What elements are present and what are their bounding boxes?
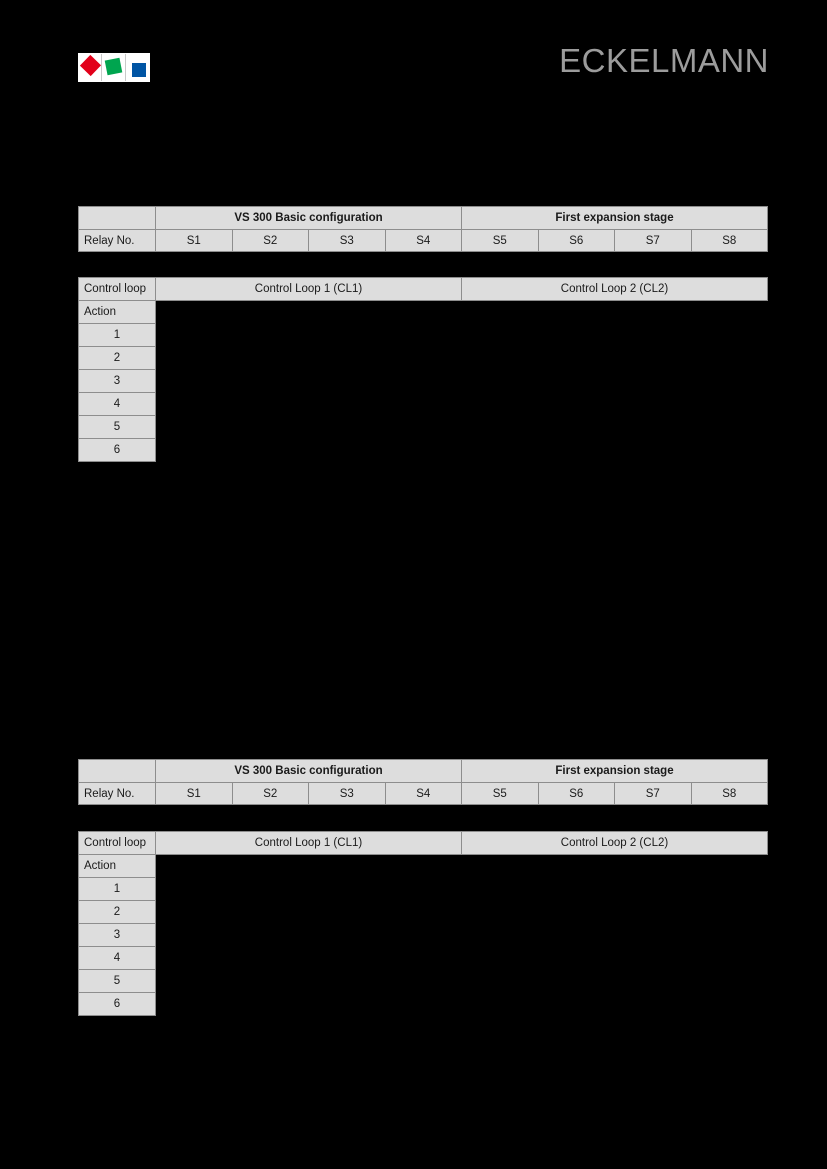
relay-row-label: Relay No. <box>78 782 156 805</box>
action-cell-2: 2 <box>78 900 156 924</box>
blue-square-icon <box>131 63 146 77</box>
action-body-3 <box>156 370 768 393</box>
control-loop-corner-label: Control loop <box>78 831 156 855</box>
action-cell-1: 1 <box>78 877 156 901</box>
relay-cell-s1: S1 <box>155 229 233 252</box>
action-body-2 <box>156 347 768 370</box>
relay-cell-s6: S6 <box>537 782 615 805</box>
table-row-relays: Relay No. S1 S2 S3 S4 S5 S6 S7 S8 <box>78 229 768 252</box>
action-cell-1: 1 <box>78 323 156 347</box>
action-body-6 <box>156 993 768 1016</box>
relay-cell-s2: S2 <box>231 782 309 805</box>
action-column-label: Action <box>78 854 156 878</box>
table-row-loop-headers: Control loop Control Loop 1 (CL1) Contro… <box>78 277 768 301</box>
relay-cell-s4: S4 <box>384 229 462 252</box>
table-row: 2 <box>78 346 768 370</box>
relay-cell-s6: S6 <box>537 229 615 252</box>
relay-table-top: VS 300 Basic configuration First expansi… <box>78 206 768 252</box>
action-cell-2: 2 <box>78 346 156 370</box>
relay-cell-s2: S2 <box>231 229 309 252</box>
action-cell-4: 4 <box>78 946 156 970</box>
table-row: 1 <box>78 323 768 347</box>
action-body-2 <box>156 901 768 924</box>
action-header-body <box>156 301 768 324</box>
control-loop-header-cl1: Control Loop 1 (CL1) <box>155 831 462 855</box>
control-loop-corner-label: Control loop <box>78 277 156 301</box>
action-cell-3: 3 <box>78 369 156 393</box>
table-row: 6 <box>78 438 768 462</box>
logo-tile-blue <box>125 54 149 81</box>
table-row: 2 <box>78 900 768 924</box>
table-row-action-header: Action <box>78 854 768 878</box>
action-cell-6: 6 <box>78 992 156 1016</box>
relay-table-bottom: VS 300 Basic configuration First expansi… <box>78 759 768 805</box>
relay-row-label: Relay No. <box>78 229 156 252</box>
relay-cell-s7: S7 <box>614 229 692 252</box>
table-row: 4 <box>78 392 768 416</box>
relay-group-header-basic: VS 300 Basic configuration <box>155 206 462 230</box>
action-cell-6: 6 <box>78 438 156 462</box>
red-diamond-icon <box>79 54 102 77</box>
relay-cell-s5: S5 <box>461 782 539 805</box>
action-cell-4: 4 <box>78 392 156 416</box>
relay-table-corner-cell <box>78 206 156 230</box>
action-column-label: Action <box>78 300 156 324</box>
action-body-5 <box>156 970 768 993</box>
action-body-4 <box>156 393 768 416</box>
table-row-relays: Relay No. S1 S2 S3 S4 S5 S6 S7 S8 <box>78 782 768 805</box>
table-row: 4 <box>78 946 768 970</box>
control-loop-table: Control loop Control Loop 1 (CL1) Contro… <box>78 277 768 462</box>
relay-cell-s5: S5 <box>461 229 539 252</box>
relay-assignment-table: VS 300 Basic configuration First expansi… <box>78 759 768 805</box>
control-loop-header-cl2: Control Loop 2 (CL2) <box>461 831 768 855</box>
logo-tile-red <box>79 54 103 81</box>
table-row-group-headers: VS 300 Basic configuration First expansi… <box>78 206 768 230</box>
table-row: 5 <box>78 969 768 993</box>
relay-group-header-expansion: First expansion stage <box>461 206 768 230</box>
action-cell-5: 5 <box>78 969 156 993</box>
control-loop-table: Control loop Control Loop 1 (CL1) Contro… <box>78 831 768 1016</box>
table-row-action-header: Action <box>78 300 768 324</box>
company-wordmark: ECKELMANN <box>559 42 769 79</box>
green-square-icon <box>105 57 123 76</box>
relay-assignment-table: VS 300 Basic configuration First expansi… <box>78 206 768 252</box>
logo-tile-green <box>102 54 126 81</box>
control-loop-header-cl2: Control Loop 2 (CL2) <box>461 277 768 301</box>
table-row-group-headers: VS 300 Basic configuration First expansi… <box>78 759 768 783</box>
action-body-1 <box>156 324 768 347</box>
relay-cell-s1: S1 <box>155 782 233 805</box>
page-header: ECKELMANN <box>0 0 827 120</box>
relay-cell-s3: S3 <box>308 229 386 252</box>
relay-group-header-basic: VS 300 Basic configuration <box>155 759 462 783</box>
eckelmann-logo <box>78 53 150 82</box>
action-cell-3: 3 <box>78 923 156 947</box>
action-body-1 <box>156 878 768 901</box>
table-row: 3 <box>78 369 768 393</box>
relay-cell-s8: S8 <box>690 782 768 805</box>
control-loop-table-bottom: Control loop Control Loop 1 (CL1) Contro… <box>78 831 768 1016</box>
action-header-body <box>156 855 768 878</box>
table-row: 1 <box>78 877 768 901</box>
action-body-6 <box>156 439 768 462</box>
action-body-5 <box>156 416 768 439</box>
table-row-loop-headers: Control loop Control Loop 1 (CL1) Contro… <box>78 831 768 855</box>
action-cell-5: 5 <box>78 415 156 439</box>
action-body-3 <box>156 924 768 947</box>
relay-group-header-expansion: First expansion stage <box>461 759 768 783</box>
control-loop-header-cl1: Control Loop 1 (CL1) <box>155 277 462 301</box>
relay-cell-s7: S7 <box>614 782 692 805</box>
relay-cell-s4: S4 <box>384 782 462 805</box>
action-body-4 <box>156 947 768 970</box>
table-row: 6 <box>78 992 768 1016</box>
relay-cell-s3: S3 <box>308 782 386 805</box>
table-row: 5 <box>78 415 768 439</box>
relay-cell-s8: S8 <box>690 229 768 252</box>
relay-table-corner-cell <box>78 759 156 783</box>
table-row: 3 <box>78 923 768 947</box>
control-loop-table-top: Control loop Control Loop 1 (CL1) Contro… <box>78 277 768 462</box>
